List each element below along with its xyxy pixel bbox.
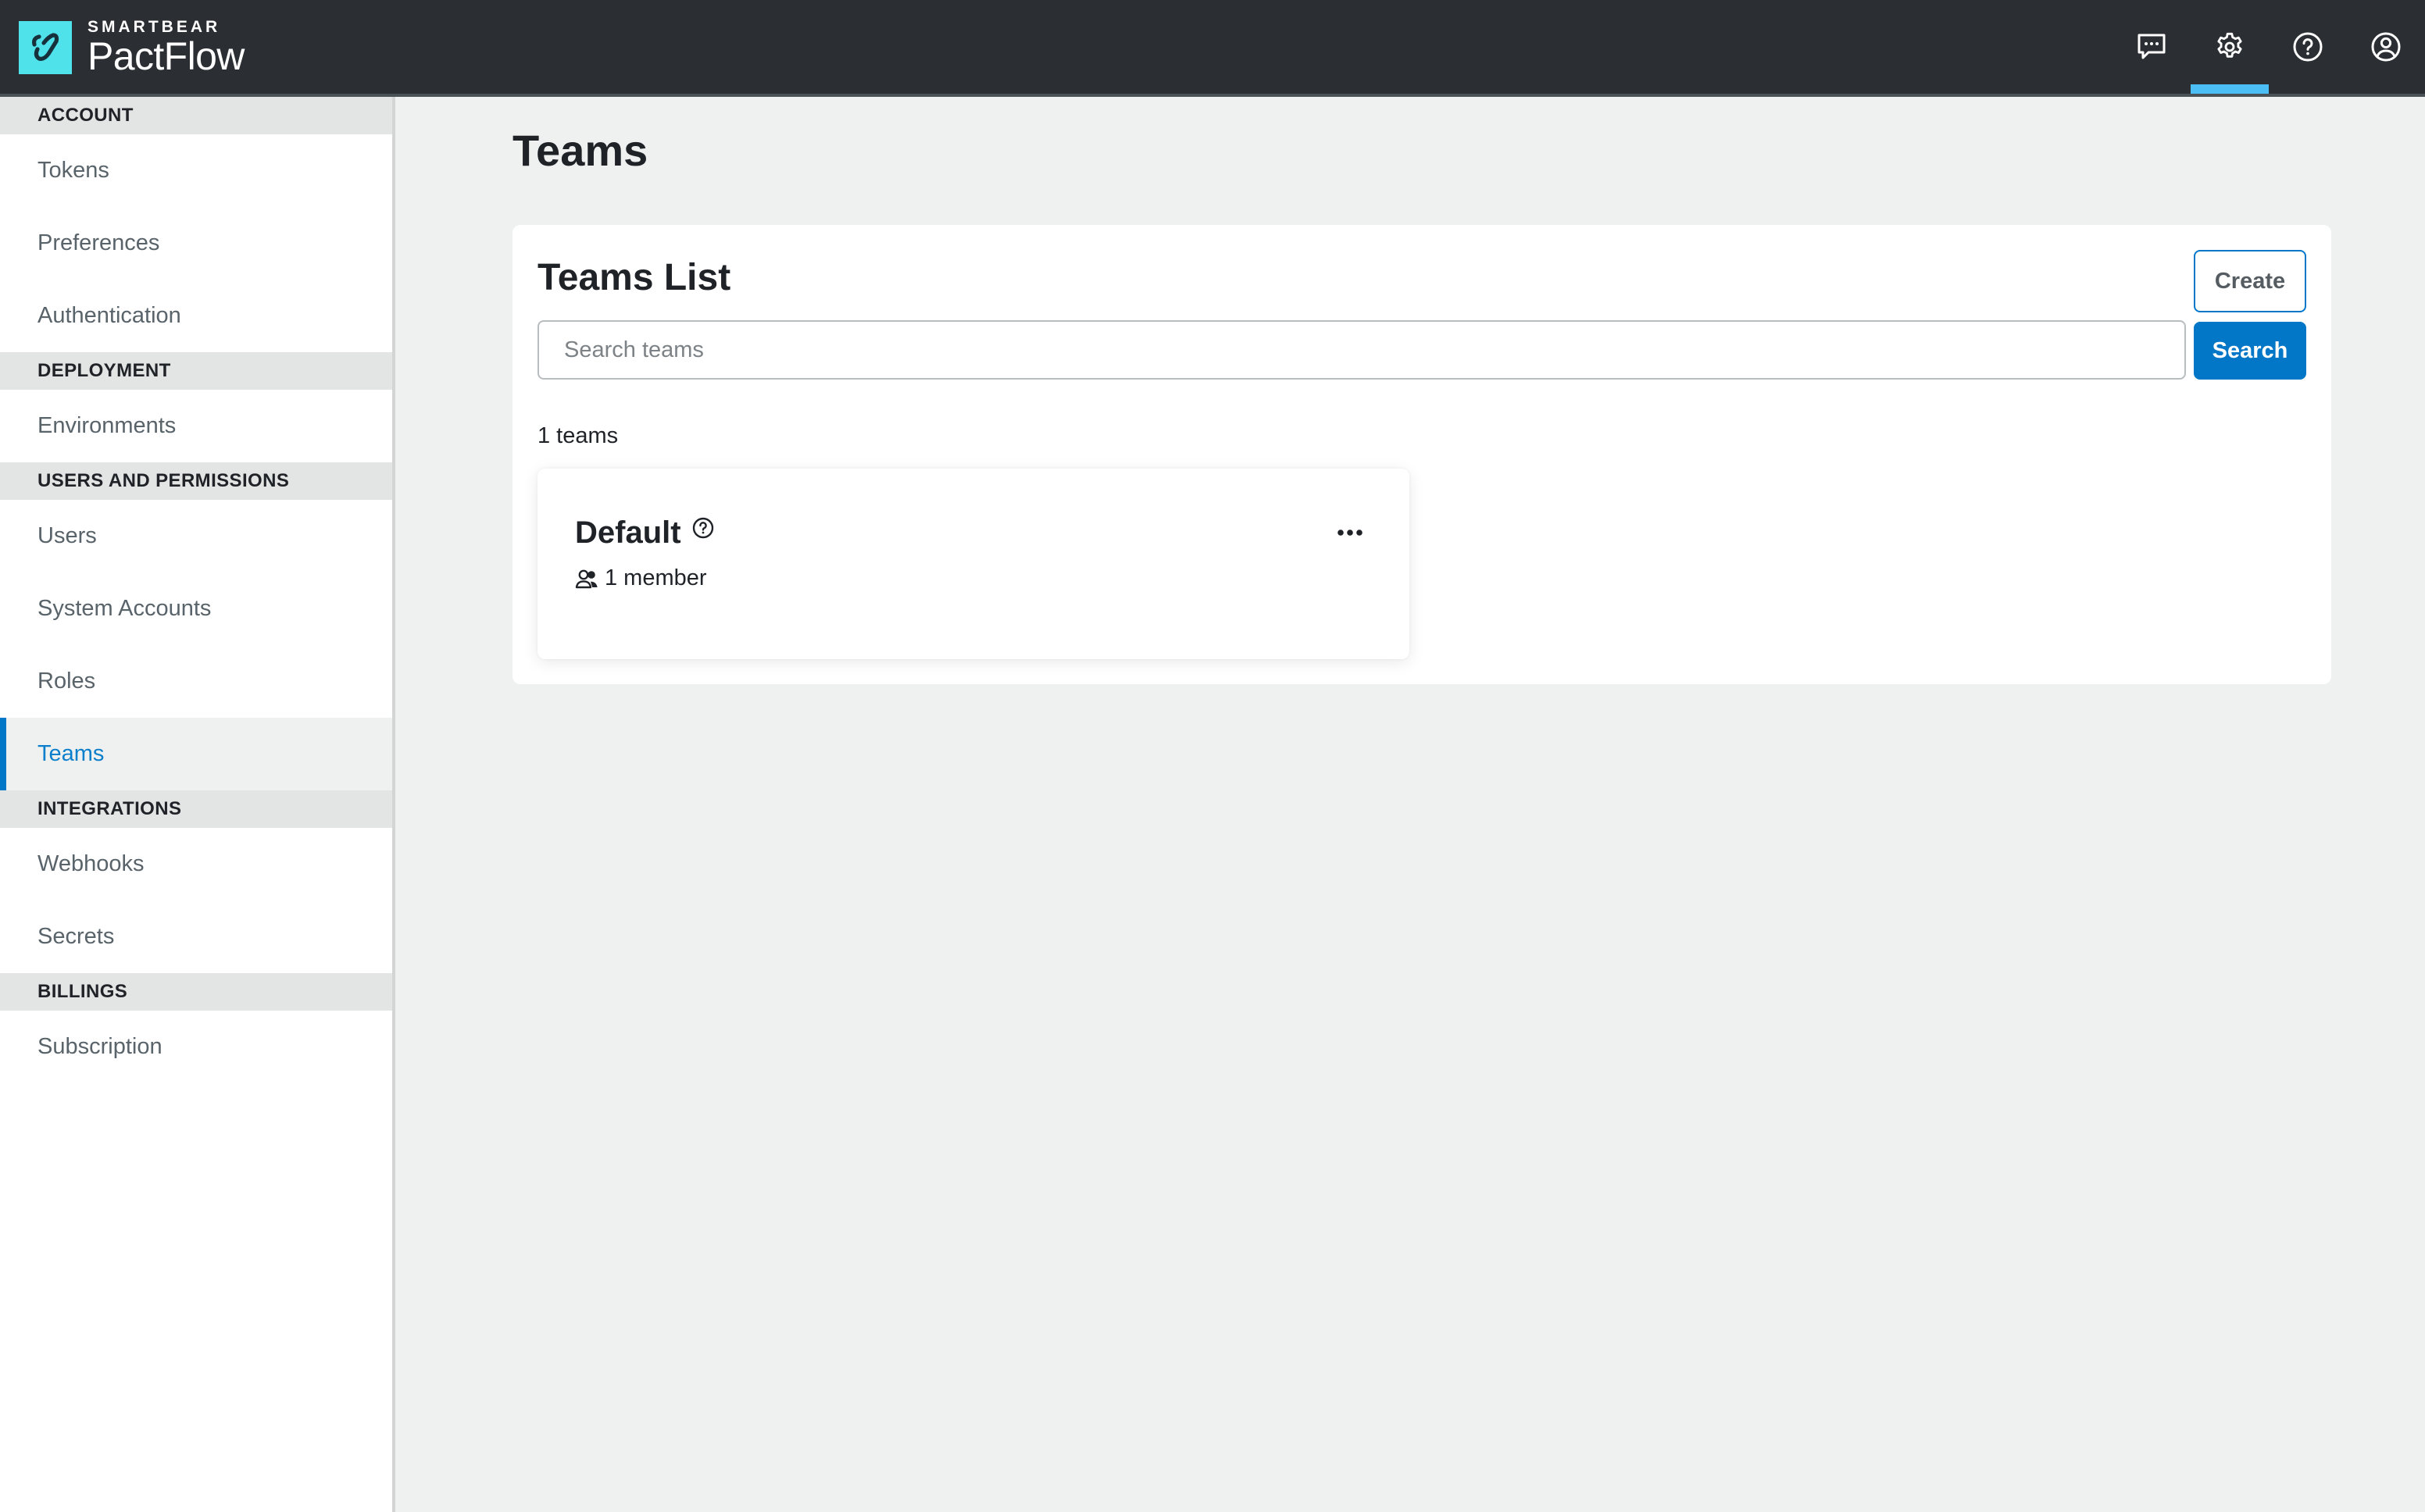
user-account-button[interactable] — [2347, 0, 2425, 94]
search-teams-input[interactable] — [538, 320, 2186, 380]
team-card[interactable]: Default 1 member — [538, 469, 1409, 659]
search-button[interactable]: Search — [2194, 322, 2306, 380]
sidebar-item-users[interactable]: Users — [0, 500, 392, 572]
sidebar-section-deployment: DEPLOYMENT — [0, 352, 392, 390]
create-team-button[interactable]: Create — [2194, 250, 2306, 312]
app-root: SMARTBEAR PactFlow ACCOUNT Tokens Prefer… — [0, 0, 2425, 1512]
sidebar-item-teams[interactable]: Teams — [0, 718, 392, 790]
team-more-options-button[interactable] — [1328, 515, 1372, 550]
sidebar-section-users-and-permissions: USERS AND PERMISSIONS — [0, 462, 392, 500]
sidebar-section-billings: BILLINGS — [0, 973, 392, 1011]
pactflow-logo-icon — [19, 20, 72, 74]
team-members-count: 1 member — [605, 565, 707, 590]
teams-list-title: Teams List — [538, 257, 731, 298]
sidebar-section-integrations: INTEGRATIONS — [0, 790, 392, 828]
logo-brand: SMARTBEAR — [88, 18, 221, 36]
sidebar-item-roles[interactable]: Roles — [0, 645, 392, 718]
sidebar-item-webhooks[interactable]: Webhooks — [0, 828, 392, 900]
logo[interactable]: SMARTBEAR PactFlow — [19, 19, 245, 76]
top-bar: SMARTBEAR PactFlow — [0, 0, 2425, 97]
feedback-icon — [2138, 34, 2166, 59]
sidebar-item-preferences[interactable]: Preferences — [0, 207, 392, 280]
settings-sidebar: ACCOUNT Tokens Preferences Authenticatio… — [0, 97, 395, 1512]
sidebar-item-tokens[interactable]: Tokens — [0, 134, 392, 207]
sidebar-item-system-accounts[interactable]: System Accounts — [0, 572, 392, 645]
help-icon — [2293, 32, 2323, 62]
question-circle-icon[interactable] — [692, 517, 714, 539]
team-members: 1 member — [575, 565, 707, 591]
ellipsis-icon — [1338, 530, 1362, 536]
users-icon — [575, 569, 598, 588]
gear-icon — [2217, 32, 2242, 58]
settings-button[interactable] — [2191, 0, 2269, 94]
sidebar-section-account: ACCOUNT — [0, 97, 392, 134]
sidebar-item-environments[interactable]: Environments — [0, 390, 392, 462]
teams-count: 1 teams — [538, 423, 619, 448]
teams-list-panel: Teams List Create Search 1 teams Default — [512, 225, 2331, 684]
logo-product: PactFlow — [88, 34, 245, 78]
page-title: Teams — [512, 126, 648, 175]
sidebar-item-authentication[interactable]: Authentication — [0, 280, 392, 352]
user-icon — [2371, 32, 2401, 62]
feedback-button[interactable] — [2112, 0, 2191, 94]
top-icon-bar — [2112, 0, 2425, 94]
sidebar-item-secrets[interactable]: Secrets — [0, 900, 392, 973]
help-button[interactable] — [2269, 0, 2347, 94]
sidebar-item-subscription[interactable]: Subscription — [0, 1011, 392, 1083]
team-name[interactable]: Default — [575, 515, 681, 551]
